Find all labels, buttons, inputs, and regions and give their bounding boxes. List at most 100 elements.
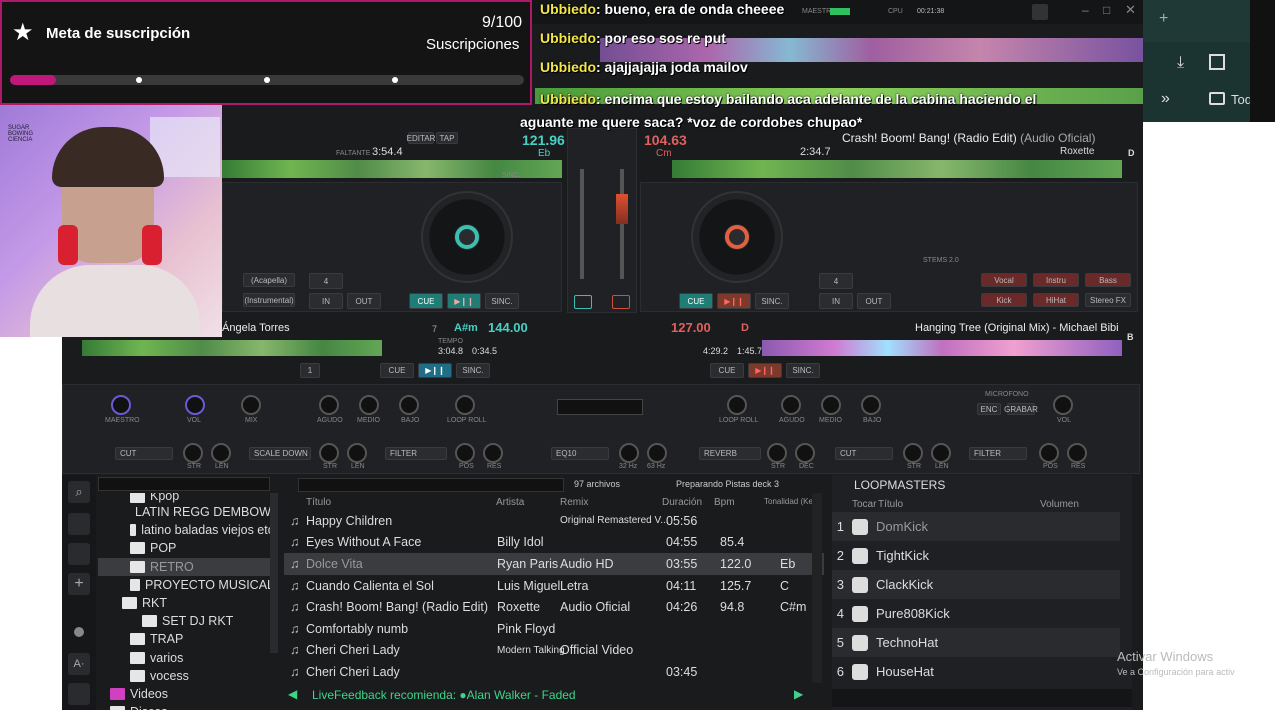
bookmark-label[interactable]: Tod xyxy=(1231,92,1252,107)
instru-button[interactable]: Instru xyxy=(1033,273,1079,287)
tap-button[interactable]: TAP xyxy=(436,132,458,144)
col-remix[interactable]: Remix xyxy=(560,497,588,508)
vocal-button[interactable]: Vocal xyxy=(981,273,1027,287)
fx2-str-knob[interactable] xyxy=(319,443,339,463)
table-row[interactable]: ♫ Cheri Cheri Lady Modern Talking Official … xyxy=(284,640,824,662)
deck-d-cue[interactable]: CUE xyxy=(710,363,744,378)
folder-item[interactable]: LATIN REGG DEMBOW BR AF xyxy=(98,503,274,521)
folder-item[interactable]: Discos xyxy=(98,703,274,710)
channel-fader-b[interactable] xyxy=(620,169,624,279)
headphone-a-icon[interactable] xyxy=(574,295,592,309)
bass-button[interactable]: Bass xyxy=(1085,273,1131,287)
drum-icon[interactable] xyxy=(852,518,868,535)
table-row[interactable]: ♫ Comfortably numb Pink Floyd xyxy=(284,618,824,640)
folder-item[interactable]: TRAP xyxy=(98,630,274,648)
drum-icon[interactable] xyxy=(852,605,868,622)
fx-select-1[interactable]: CUT xyxy=(115,447,173,460)
drum-icon[interactable] xyxy=(852,576,868,593)
loop-out-button[interactable]: OUT xyxy=(347,293,381,309)
track-search-input[interactable] xyxy=(298,478,564,492)
deck-c-play[interactable]: ▶❙❙ xyxy=(418,363,452,378)
sidebar-icon[interactable] xyxy=(1209,54,1225,70)
deck-c-cue[interactable]: CUE xyxy=(380,363,414,378)
fx6-res-knob[interactable] xyxy=(1067,443,1087,463)
fx-select-2[interactable]: SCALE DOWN xyxy=(249,447,311,460)
fx6-pos-knob[interactable] xyxy=(1039,443,1059,463)
col-bpm[interactable]: Bpm xyxy=(714,497,735,508)
bajo-knob-b[interactable] xyxy=(861,395,881,415)
loop-item[interactable]: 4 Pure808Kick xyxy=(832,599,1120,628)
hihat-icon[interactable] xyxy=(852,634,868,651)
loop-item[interactable]: 2 TightKick xyxy=(832,541,1120,570)
eq-select[interactable]: EQ10 xyxy=(551,447,609,460)
instrumental-button[interactable]: (Instrumental) xyxy=(243,293,295,307)
fx5-str-knob[interactable] xyxy=(903,443,923,463)
loop-length[interactable]: 4 xyxy=(309,273,343,289)
fx-select-6[interactable]: FILTER xyxy=(969,447,1027,460)
deck-b-out-button[interactable]: OUT xyxy=(857,293,891,309)
fx-select-3[interactable]: FILTER xyxy=(385,447,447,460)
edit-button[interactable]: EDITAR xyxy=(407,132,435,144)
table-row[interactable]: ♫ Eyes Without A Face Billy Idol 04:55 85.4 xyxy=(284,532,824,554)
deck-b-platter[interactable] xyxy=(691,191,783,283)
headphone-b-icon[interactable] xyxy=(612,295,630,309)
deck-b-sync-button[interactable]: SINC. xyxy=(755,293,789,309)
deck-a-platter[interactable] xyxy=(421,191,513,283)
stereofx-button[interactable]: Stereo FX xyxy=(1085,293,1131,307)
deck-a-play-button[interactable]: ▶❙❙ xyxy=(447,293,481,309)
crossfader[interactable] xyxy=(557,399,643,415)
mic-vol-knob[interactable] xyxy=(1053,395,1073,415)
deck-b-in-button[interactable]: IN xyxy=(819,293,853,309)
fx4-dec-knob[interactable] xyxy=(795,443,815,463)
loop-item[interactable]: 3 ClackKick xyxy=(832,570,1120,599)
folder-item[interactable]: RKT xyxy=(98,594,274,612)
deck-b-waveform[interactable] xyxy=(672,160,1122,178)
mix-knob[interactable] xyxy=(241,395,261,415)
folder-item[interactable]: POP xyxy=(98,539,274,557)
table-row[interactable]: ♫ Cheri Cheri Lady 03:45 xyxy=(284,661,824,683)
vol-knob[interactable] xyxy=(185,395,205,415)
folder-icon[interactable] xyxy=(1209,92,1225,105)
fx1-str-knob[interactable] xyxy=(183,443,203,463)
more-bookmarks-icon[interactable]: » xyxy=(1161,90,1170,108)
fx3-res-knob[interactable] xyxy=(483,443,503,463)
channel-fader-a[interactable] xyxy=(580,169,584,279)
folder-scrollbar[interactable] xyxy=(270,493,278,653)
fx2-len-knob[interactable] xyxy=(347,443,367,463)
deck-d-sync[interactable]: SINC. xyxy=(786,363,820,378)
hihat-icon[interactable] xyxy=(852,663,868,680)
col-titulo[interactable]: Título xyxy=(306,497,331,508)
mic-record-button[interactable]: GRABAR xyxy=(1004,403,1038,415)
window-icon[interactable] xyxy=(68,683,90,705)
master-knob[interactable] xyxy=(111,395,131,415)
fx3-pos-knob[interactable] xyxy=(455,443,475,463)
deck-d-play[interactable]: ▶❙❙ xyxy=(748,363,782,378)
deck-b-cue-button[interactable]: CUE xyxy=(679,293,713,309)
medio-knob-a[interactable] xyxy=(359,395,379,415)
fx4-str-knob[interactable] xyxy=(767,443,787,463)
loop-item[interactable]: 1 DomKick xyxy=(832,512,1120,541)
loop-roll-knob-b[interactable] xyxy=(727,395,747,415)
folder-item[interactable]: varios xyxy=(98,649,274,667)
table-row[interactable]: ♫ Crash! Boom! Bang! (Radio Edit) Roxette A… xyxy=(284,596,824,618)
agudo-knob-a[interactable] xyxy=(319,395,339,415)
fx-select-4[interactable]: REVERB xyxy=(699,447,761,460)
table-row[interactable]: ♫ Happy Children Original Remastered V... 0… xyxy=(284,510,824,532)
folder-item[interactable]: PROYECTO MUSICAL xyxy=(98,576,274,594)
deck-c-waveform[interactable] xyxy=(82,340,382,356)
fx-select-5[interactable]: CUT xyxy=(835,447,893,460)
new-tab-icon[interactable]: + xyxy=(1159,10,1168,28)
folder-item[interactable]: RETRO xyxy=(98,557,274,576)
table-row[interactable]: ♫ Cuando Calienta el Sol Luis Miguel Letra 0… xyxy=(284,575,824,597)
drum-icon[interactable] xyxy=(852,547,868,564)
eq-63hz-knob[interactable] xyxy=(647,443,667,463)
kick-button[interactable]: Kick xyxy=(981,293,1027,307)
folder-item[interactable]: SET DJ RKT xyxy=(98,612,274,630)
table-row[interactable]: ♫ Dolce Vita Ryan Paris Audio HD 03:55 122.0 E… xyxy=(284,553,824,575)
bajo-knob-a[interactable] xyxy=(399,395,419,415)
download-icon[interactable]: ⤓ xyxy=(1177,54,1184,72)
deck-a-cue-button[interactable]: CUE xyxy=(409,293,443,309)
track-scrollbar[interactable] xyxy=(812,493,822,683)
search-icon[interactable]: ⌕ xyxy=(68,481,90,503)
col-artista[interactable]: Artista xyxy=(496,497,524,508)
